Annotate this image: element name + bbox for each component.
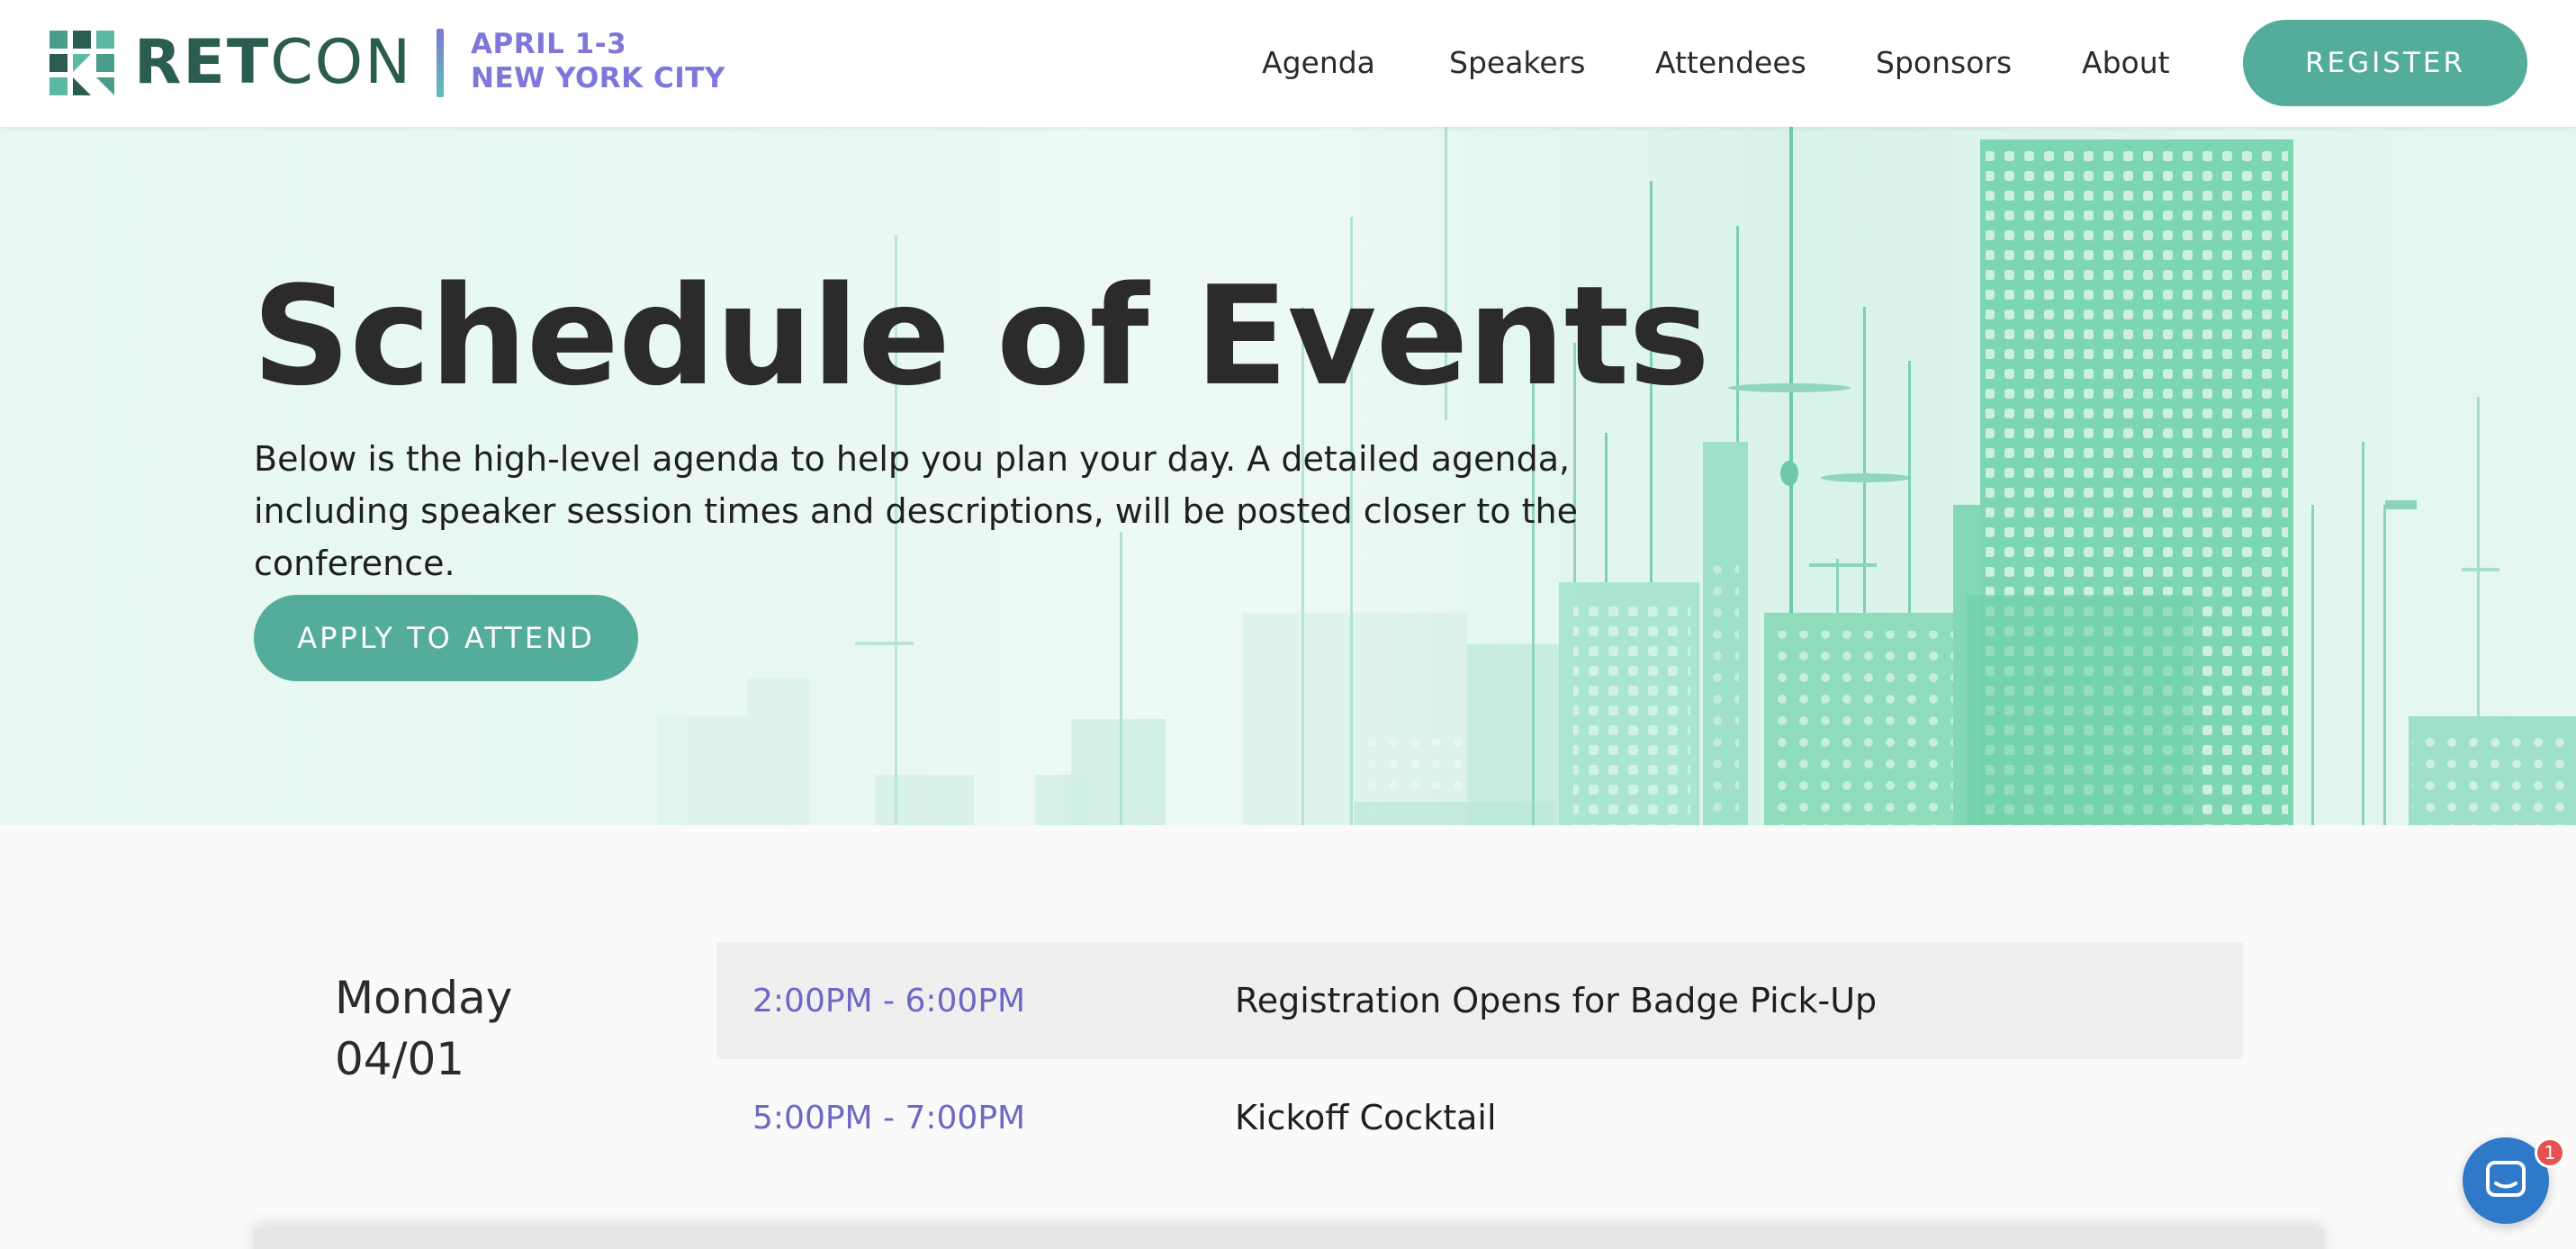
logo-mark-icon <box>50 31 114 95</box>
nav-sponsors[interactable]: Sponsors <box>1876 45 2012 80</box>
nav-agenda[interactable]: Agenda <box>1262 45 1375 80</box>
retcon-logo[interactable]: RETCON <box>50 29 412 97</box>
event-time: 2:00PM - 6:00PM <box>752 982 1026 1020</box>
apply-to-attend-button[interactable]: APPLY TO ATTEND <box>254 595 638 681</box>
event-title: Registration Opens for Badge Pick-Up <box>1235 981 1878 1020</box>
event-title: Kickoff Cocktail <box>1235 1098 1497 1137</box>
nav-about[interactable]: About <box>2082 45 2170 80</box>
nav-attendees[interactable]: Attendees <box>1655 45 1806 80</box>
register-button[interactable]: REGISTER <box>2243 20 2527 106</box>
unread-badge: 1 <box>2535 1137 2565 1168</box>
logo-wordmark: RETCON <box>134 27 413 98</box>
page-description: Below is the high-level agenda to help y… <box>254 439 1578 583</box>
event-city: NEW YORK CITY <box>471 62 725 94</box>
site-header: RETCON APRIL 1-3 NEW YORK CITY Agenda Sp… <box>0 0 2576 127</box>
event-dates: APRIL 1-3 <box>471 28 627 60</box>
nav-speakers[interactable]: Speakers <box>1449 45 1585 80</box>
schedule-row: 5:00PM - 7:00PM Kickoff Cocktail <box>716 1059 2243 1176</box>
day-date: 04/01 <box>335 1033 465 1085</box>
schedule-row: 2:00PM - 6:00PM Registration Opens for B… <box>716 942 2243 1059</box>
day-weekday: Monday <box>335 972 513 1024</box>
schedule-day: Monday 04/01 <box>335 967 512 1090</box>
event-info: APRIL 1-3 NEW YORK CITY <box>471 27 725 95</box>
hero-banner: Schedule of Events Below is the high-lev… <box>0 127 2576 825</box>
event-time: 5:00PM - 7:00PM <box>752 1099 1026 1137</box>
page-title: Schedule of Events <box>252 256 1710 416</box>
next-day-card <box>254 1229 2324 1249</box>
logo-divider <box>437 29 444 97</box>
chat-icon <box>2486 1161 2526 1197</box>
